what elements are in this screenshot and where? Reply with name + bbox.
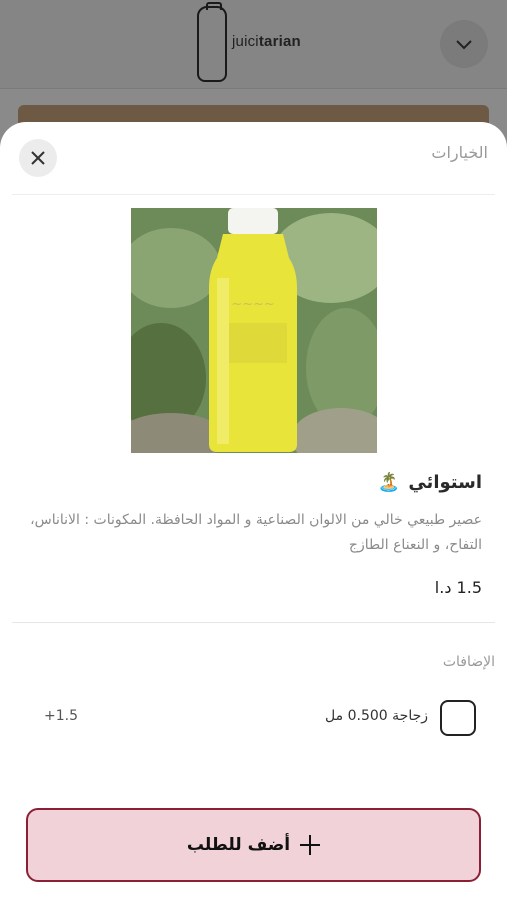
chevron-down-button[interactable]: [440, 20, 488, 68]
add-to-order-label: أضف للطلب: [186, 835, 291, 855]
app-header: juicitarian: [0, 0, 507, 88]
divider: [12, 194, 495, 195]
header-divider: [0, 88, 507, 89]
chevron-down-icon: [456, 40, 472, 50]
product-image: ~~~~: [131, 208, 377, 453]
options-sheet: الخيارات ~~~~ استوائي 🏝️ عصير طبيعي خالي…: [0, 122, 507, 900]
logo-text: juicitarian: [232, 33, 301, 50]
product-description: عصير طبيعي خالي من الالوان الصناعية و ال…: [30, 512, 482, 553]
product-name: استوائي 🏝️: [377, 472, 482, 493]
product-price: 1.5 د.ا: [434, 578, 482, 597]
close-button[interactable]: [19, 139, 57, 177]
addon-price: +1.5: [44, 708, 78, 724]
addons-title: الإضافات: [442, 654, 495, 670]
addon-row[interactable]: زجاجة 0.500 مل +1.5: [0, 698, 507, 738]
close-icon: [31, 151, 45, 165]
island-icon: 🏝️: [377, 472, 401, 493]
addon-checkbox[interactable]: [440, 700, 476, 736]
add-to-order-button[interactable]: أضف للطلب: [26, 808, 481, 882]
addon-label: زجاجة 0.500 مل: [325, 708, 428, 724]
svg-text:~~~~: ~~~~: [231, 297, 275, 312]
divider: [12, 622, 495, 623]
sheet-title: الخيارات: [431, 143, 488, 162]
plus-icon: [300, 835, 321, 855]
logo-bottle-icon: [197, 2, 227, 82]
